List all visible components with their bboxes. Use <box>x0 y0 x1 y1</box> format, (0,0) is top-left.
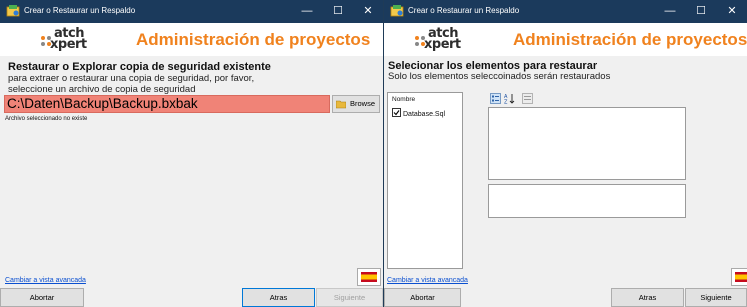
title-bar[interactable]: Crear o Restaurar un Respaldo — ☐ ✕ <box>384 0 747 23</box>
property-pages-icon[interactable] <box>522 93 533 104</box>
advanced-view-link[interactable]: Cambiar a vista avancada <box>5 277 86 284</box>
browse-label: Browse <box>350 99 376 108</box>
minimize-button[interactable]: — <box>655 0 685 23</box>
app-icon <box>6 5 20 17</box>
spain-flag-icon <box>735 272 747 282</box>
list-item[interactable]: Database.Sql <box>392 108 445 118</box>
advanced-view-link[interactable]: Cambiar a vista avancada <box>387 277 468 284</box>
language-button[interactable] <box>357 268 381 286</box>
checkbox[interactable] <box>392 108 401 117</box>
logo-text-bottom: xpert <box>50 37 87 52</box>
items-tree[interactable]: Nombre Database.Sql <box>387 92 463 269</box>
checkmark-icon <box>393 110 400 116</box>
categorized-icon[interactable] <box>490 93 501 104</box>
abort-button[interactable]: Abortar <box>0 288 84 307</box>
page-heading: Restaurar o Explorar copia de seguridad … <box>8 61 271 73</box>
description-panel <box>488 184 686 218</box>
svg-text:Z: Z <box>504 100 508 105</box>
next-button[interactable]: Siguiente <box>685 288 747 307</box>
app-title: Administración de proyectos <box>513 30 747 49</box>
app-title: Administración de proyectos <box>136 30 371 49</box>
title-bar[interactable]: Crear o Restaurar un Respaldo — ☐ ✕ <box>0 0 383 23</box>
instructions-line-2: seleccione un archivo de copia de seguri… <box>8 84 196 95</box>
browse-button[interactable]: Browse <box>332 95 380 113</box>
logo-text-bottom: xpert <box>424 37 461 52</box>
next-button[interactable]: Siguiente <box>316 288 383 307</box>
maximize-button[interactable]: ☐ <box>323 0 353 23</box>
back-button[interactable]: Atras <box>242 288 315 307</box>
header-banner: atch xpert Administración de proyectos <box>0 23 383 56</box>
back-button[interactable]: Atras <box>611 288 684 307</box>
app-icon <box>390 5 404 17</box>
restore-window-right: Crear o Restaurar un Respaldo — ☐ ✕ atch… <box>384 0 747 307</box>
instructions-line-1: para extraer o restaurar una copia de se… <box>8 73 255 84</box>
window-title: Crear o Restaurar un Respaldo <box>24 6 136 15</box>
patchxpert-logo: atch xpert <box>40 26 87 52</box>
folder-icon <box>336 100 346 109</box>
error-message: Archivo seleccionado no existe <box>5 116 88 122</box>
property-grid[interactable] <box>488 107 686 180</box>
close-button[interactable]: ✕ <box>353 0 383 23</box>
window-title: Crear o Restaurar un Respaldo <box>408 6 520 15</box>
language-button[interactable] <box>731 268 747 286</box>
backup-path-input[interactable]: C:\Daten\Backup\Backup.bxbak <box>4 95 330 113</box>
sort-alpha-icon[interactable]: A Z <box>504 93 515 104</box>
header-banner: atch xpert Administración de proyectos <box>384 23 747 56</box>
maximize-button[interactable]: ☐ <box>686 0 716 23</box>
restore-window-left: Crear o Restaurar un Respaldo — ☐ ✕ atch… <box>0 0 383 307</box>
abort-button[interactable]: Abortar <box>384 288 461 307</box>
spain-flag-icon <box>361 272 377 282</box>
column-header-name: Nombre <box>392 96 416 103</box>
patchxpert-logo: atch xpert <box>414 26 461 52</box>
close-button[interactable]: ✕ <box>717 0 747 23</box>
minimize-button[interactable]: — <box>292 0 322 23</box>
instructions: Solo los elementos seleccoinados serán r… <box>388 71 611 82</box>
list-item-label: Database.Sql <box>403 111 446 118</box>
